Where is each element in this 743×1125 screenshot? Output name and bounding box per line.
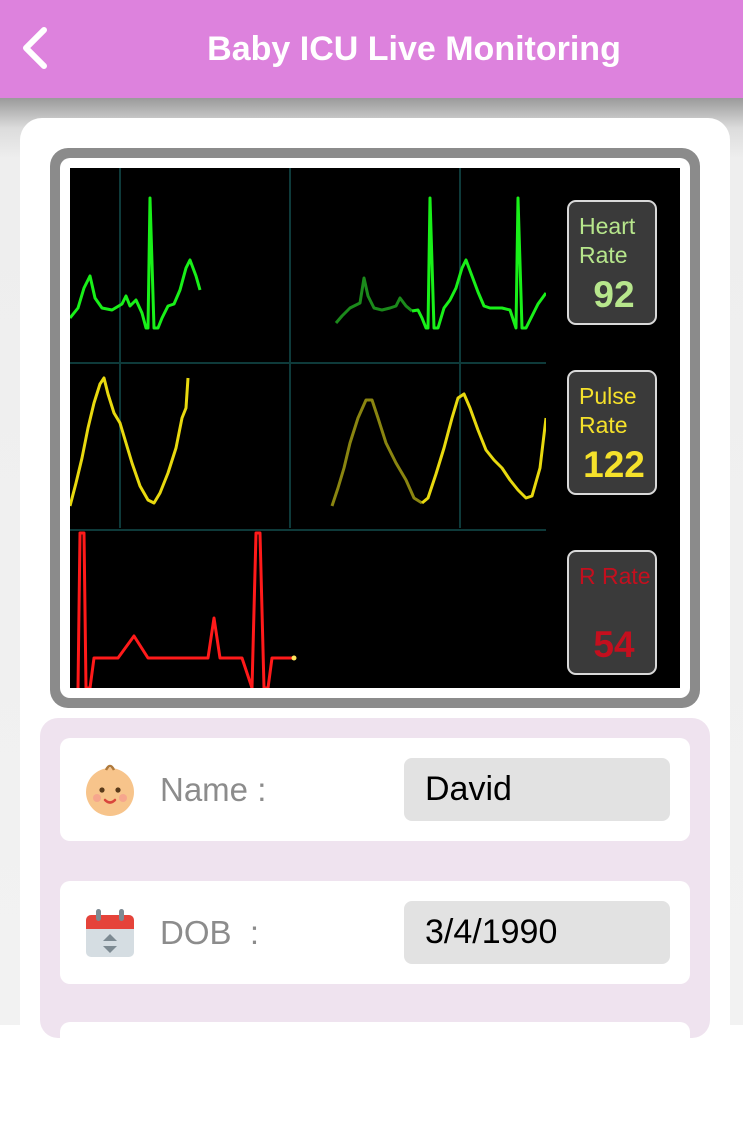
next-row bbox=[60, 1022, 690, 1125]
pleth-trace bbox=[421, 392, 546, 505]
pleth-trace-fading bbox=[330, 398, 423, 507]
grid-lines bbox=[70, 168, 546, 531]
heart-rate-value: 92 bbox=[593, 274, 635, 315]
monitor-screen: Heart Rate 92 Pulse Rate 122 R Rate 54 bbox=[70, 168, 680, 688]
dob-row: DOB : 3/4/1990 bbox=[60, 881, 690, 984]
heart-rate-box: Heart Rate 92 bbox=[567, 200, 657, 325]
resp-rate-value: 54 bbox=[593, 624, 635, 665]
dob-field[interactable]: 3/4/1990 bbox=[404, 901, 670, 964]
calendar-icon bbox=[86, 909, 134, 957]
dob-label: DOB : bbox=[160, 914, 260, 951]
app-header: Baby ICU Live Monitoring bbox=[0, 0, 743, 98]
ecg-trace bbox=[411, 196, 546, 330]
pulse-rate-label: Pulse Rate bbox=[579, 383, 637, 438]
resp-rate-box: R Rate 54 bbox=[567, 550, 657, 675]
name-row: Name : David bbox=[60, 738, 690, 841]
name-label: Name : bbox=[160, 771, 267, 808]
ecg-trace-fading bbox=[334, 276, 413, 324]
ecg-trace bbox=[70, 196, 202, 330]
pulse-rate-value: 122 bbox=[583, 444, 645, 485]
pleth-trace bbox=[70, 376, 190, 507]
resp-trace bbox=[76, 531, 294, 688]
heart-rate-label: Heart Rate bbox=[579, 213, 636, 268]
baby-face-icon bbox=[86, 764, 134, 816]
pulse-rate-box: Pulse Rate 122 bbox=[567, 370, 657, 495]
resp-rate-label: R Rate bbox=[579, 563, 651, 589]
waveform-display bbox=[70, 168, 546, 688]
chevron-left-icon bbox=[23, 27, 47, 69]
trace-cursor bbox=[291, 655, 297, 661]
back-button[interactable] bbox=[14, 24, 58, 72]
page-title: Baby ICU Live Monitoring bbox=[207, 30, 621, 68]
name-field[interactable]: David bbox=[404, 758, 670, 821]
